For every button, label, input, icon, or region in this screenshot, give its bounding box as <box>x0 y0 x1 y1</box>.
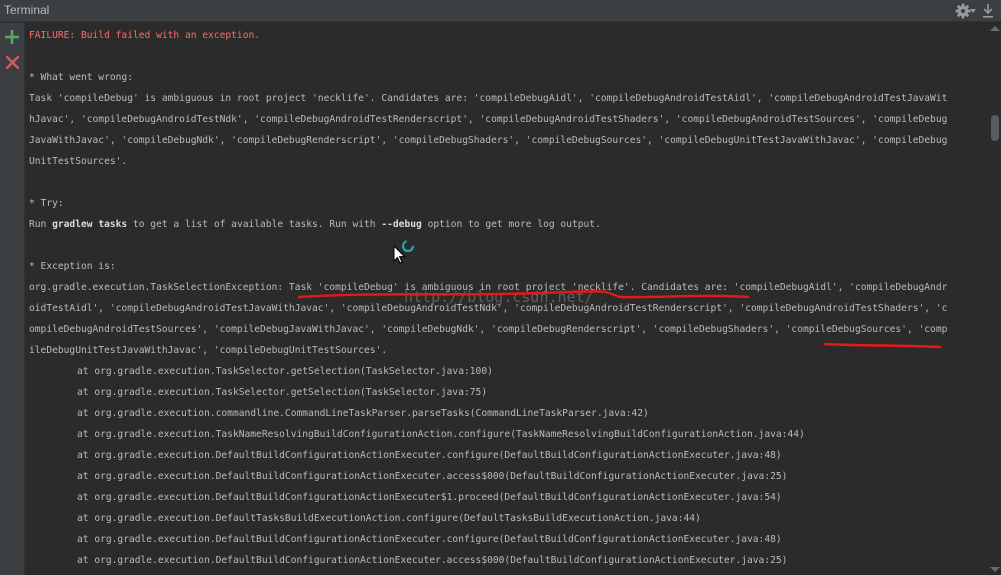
failure-message: FAILURE: Build failed with an exception. <box>29 30 261 41</box>
scroll-down-arrow[interactable] <box>990 567 1000 572</box>
stack-trace-line: at org.gradle.execution.TaskSelector.get… <box>77 366 493 377</box>
hide-icon[interactable] <box>981 3 995 19</box>
exception-line-2: oidTestAidl', 'compileDebugAndroidTestJa… <box>29 303 948 314</box>
try-prefix: Run <box>29 219 53 230</box>
scrollbar-thumb[interactable] <box>991 115 999 141</box>
settings-dropdown-arrow[interactable] <box>970 9 976 13</box>
exception-header: * Exception is: <box>29 261 116 272</box>
wrong-line-4: UnitTestSources'. <box>29 156 128 167</box>
try-debug-flag: --debug <box>381 219 422 230</box>
exception-line-3: ompileDebugAndroidTestSources', 'compile… <box>29 324 948 335</box>
what-went-wrong-header: * What went wrong: <box>29 72 133 83</box>
window-title: Terminal <box>4 3 50 17</box>
stack-trace-line: at org.gradle.execution.commandline.Comm… <box>77 408 649 419</box>
stack-trace-line: at org.gradle.execution.DefaultBuildConf… <box>77 450 782 461</box>
vertical-scrollbar[interactable] <box>989 23 1001 575</box>
stack-trace-line: at org.gradle.execution.DefaultTasksBuil… <box>77 513 701 524</box>
try-command: gradlew tasks <box>52 219 128 230</box>
try-middle: to get a list of available tasks. Run wi… <box>127 219 382 230</box>
terminal-output[interactable]: FAILURE: Build failed with an exception.… <box>26 23 988 575</box>
try-line: Run gradlew tasks to get a list of avail… <box>29 215 601 235</box>
try-header: * Try: <box>29 198 64 209</box>
wrong-line-3: JavaWithJavac', 'compileDebugNdk', 'comp… <box>29 135 948 146</box>
stack-trace-line: at org.gradle.execution.DefaultBuildConf… <box>77 555 788 566</box>
terminal-title-bar: Terminal <box>0 0 1001 22</box>
stack-trace-line: at org.gradle.execution.DefaultBuildConf… <box>77 534 782 545</box>
stack-trace-line: at org.gradle.execution.DefaultBuildConf… <box>77 471 788 482</box>
plus-icon[interactable] <box>5 30 19 44</box>
scroll-up-arrow[interactable] <box>990 26 1000 31</box>
wrong-line-2: hJavac', 'compileDebugAndroidTestNdk', '… <box>29 114 948 125</box>
mouse-pointer-icon <box>393 245 406 264</box>
stack-trace-line: at org.gradle.execution.TaskSelector.get… <box>77 387 488 398</box>
exception-line-1: org.gradle.execution.TaskSelectionExcept… <box>29 282 948 293</box>
close-icon[interactable] <box>6 56 19 69</box>
try-suffix: option to get more log output. <box>421 219 601 230</box>
terminal-toolbar <box>0 23 25 575</box>
exception-line-4: ileDebugUnitTestJavaWithJavac', 'compile… <box>29 345 388 356</box>
stack-trace-line: at org.gradle.execution.DefaultBuildConf… <box>77 492 782 503</box>
stack-trace-line: at org.gradle.execution.TaskNameResolvin… <box>77 429 805 440</box>
wrong-line-1: Task 'compileDebug' is ambiguous in root… <box>29 93 948 104</box>
